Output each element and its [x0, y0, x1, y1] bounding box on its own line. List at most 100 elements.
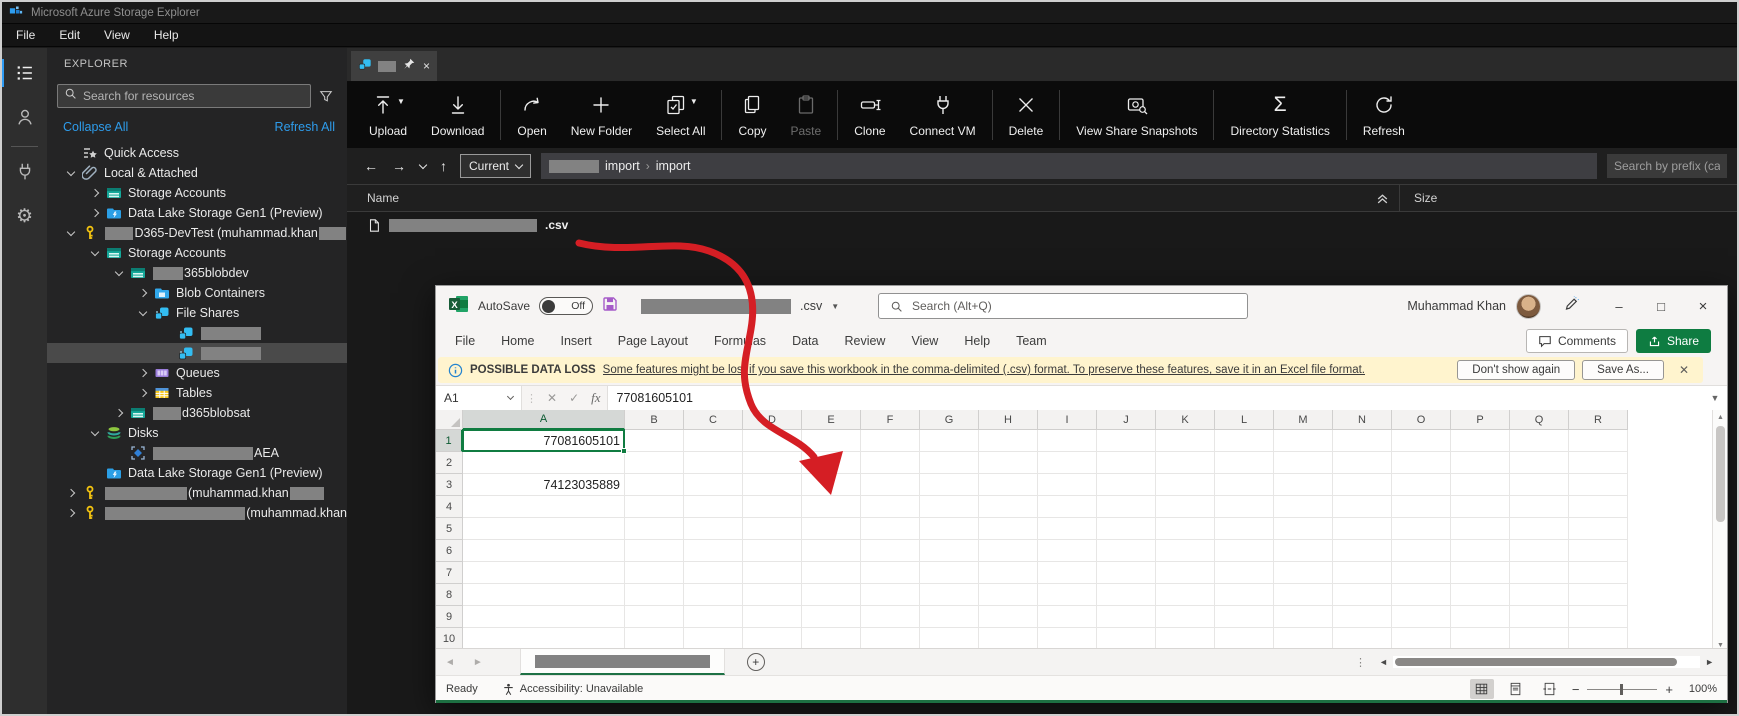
- user-avatar[interactable]: [1516, 293, 1541, 319]
- directory-statistics-button[interactable]: Σ Directory Statistics: [1218, 93, 1341, 138]
- chevron-down-icon[interactable]: [88, 247, 101, 256]
- cell-Q9[interactable]: [1510, 606, 1569, 628]
- cell-G4[interactable]: [920, 496, 979, 518]
- cell-G3[interactable]: [920, 474, 979, 496]
- select-all-corner[interactable]: [436, 410, 463, 430]
- cell-E5[interactable]: [802, 518, 861, 540]
- menu-item-edit[interactable]: Edit: [49, 26, 90, 44]
- cell-Q7[interactable]: [1510, 562, 1569, 584]
- cell-M10[interactable]: [1274, 628, 1333, 650]
- column-header-e[interactable]: E: [802, 410, 861, 430]
- cell-J1[interactable]: [1097, 430, 1156, 452]
- cell-F8[interactable]: [861, 584, 920, 606]
- row-header-7[interactable]: 7: [436, 562, 463, 584]
- chevron-down-icon[interactable]: [136, 307, 149, 316]
- cell-L1[interactable]: [1215, 430, 1274, 452]
- name-box[interactable]: A1: [436, 386, 522, 410]
- cell-G8[interactable]: [920, 584, 979, 606]
- cell-J5[interactable]: [1097, 518, 1156, 540]
- cell-G6[interactable]: [920, 540, 979, 562]
- cell-L5[interactable]: [1215, 518, 1274, 540]
- settings-icon[interactable]: ⚙: [2, 197, 47, 235]
- cell-B6[interactable]: [625, 540, 684, 562]
- column-header-n[interactable]: N: [1333, 410, 1392, 430]
- cell-J9[interactable]: [1097, 606, 1156, 628]
- cell-R9[interactable]: [1569, 606, 1628, 628]
- cell-H10[interactable]: [979, 628, 1038, 650]
- cell-F4[interactable]: [861, 496, 920, 518]
- view-page-break-button[interactable]: [1538, 679, 1562, 699]
- save-as-button[interactable]: Save As...: [1582, 360, 1664, 380]
- column-header-a[interactable]: A: [463, 410, 625, 430]
- menu-item-help[interactable]: Help: [144, 26, 189, 44]
- chevron-right-icon[interactable]: [136, 388, 149, 398]
- ribbon-tab-formulas[interactable]: Formulas: [701, 326, 779, 356]
- breadcrumb[interactable]: import › import: [541, 153, 1597, 179]
- cell-D6[interactable]: [743, 540, 802, 562]
- forward-button[interactable]: →: [385, 158, 413, 174]
- cell-A5[interactable]: [463, 518, 625, 540]
- cell-D3[interactable]: [743, 474, 802, 496]
- excel-search-input[interactable]: [912, 299, 1236, 313]
- row-header-10[interactable]: 10: [436, 628, 463, 650]
- tree-item[interactable]: [47, 343, 347, 363]
- connect-vm-button[interactable]: Connect VM: [898, 93, 988, 138]
- cell-N7[interactable]: [1333, 562, 1392, 584]
- cell-H9[interactable]: [979, 606, 1038, 628]
- cell-Q10[interactable]: [1510, 628, 1569, 650]
- chevron-down-icon[interactable]: [112, 267, 125, 276]
- ribbon-tab-insert[interactable]: Insert: [548, 326, 605, 356]
- breadcrumb-segment[interactable]: import: [656, 159, 691, 173]
- active-sheet-tab[interactable]: [519, 649, 725, 675]
- sheet-nav-right-icon[interactable]: ►: [464, 657, 492, 668]
- cell-K8[interactable]: [1156, 584, 1215, 606]
- cell-J6[interactable]: [1097, 540, 1156, 562]
- cell-P1[interactable]: [1451, 430, 1510, 452]
- view-page-layout-button[interactable]: [1504, 679, 1528, 699]
- cell-A7[interactable]: [463, 562, 625, 584]
- cell-D8[interactable]: [743, 584, 802, 606]
- cell-H3[interactable]: [979, 474, 1038, 496]
- view-share-snapshots-button[interactable]: View Share Snapshots: [1064, 93, 1209, 138]
- cell-C5[interactable]: [684, 518, 743, 540]
- file-row[interactable]: .csv: [347, 212, 1737, 238]
- cell-I2[interactable]: [1038, 452, 1097, 474]
- column-header-r[interactable]: R: [1569, 410, 1628, 430]
- cell-M9[interactable]: [1274, 606, 1333, 628]
- resource-search-box[interactable]: [57, 84, 311, 108]
- formula-bar-expand-icon[interactable]: ▼: [1703, 386, 1727, 410]
- cell-A4[interactable]: [463, 496, 625, 518]
- autosave-toggle[interactable]: Off: [539, 297, 594, 315]
- column-header-f[interactable]: F: [861, 410, 920, 430]
- cell-N8[interactable]: [1333, 584, 1392, 606]
- ribbon-tab-view[interactable]: View: [898, 326, 951, 356]
- open-button[interactable]: Open: [505, 93, 558, 138]
- cell-I7[interactable]: [1038, 562, 1097, 584]
- cell-I4[interactable]: [1038, 496, 1097, 518]
- cell-F1[interactable]: [861, 430, 920, 452]
- tree-item[interactable]: (muhammad.khan: [47, 483, 347, 503]
- zoom-slider-thumb[interactable]: [1620, 683, 1624, 695]
- chevron-right-icon[interactable]: [136, 368, 149, 378]
- row-header-3[interactable]: 3: [436, 474, 463, 496]
- cell-B4[interactable]: [625, 496, 684, 518]
- cell-I1[interactable]: [1038, 430, 1097, 452]
- tree-item[interactable]: Local & Attached: [47, 163, 347, 183]
- cell-E2[interactable]: [802, 452, 861, 474]
- cell-E9[interactable]: [802, 606, 861, 628]
- cell-D9[interactable]: [743, 606, 802, 628]
- resource-search-input[interactable]: [83, 89, 304, 103]
- cell-C1[interactable]: [684, 430, 743, 452]
- tree-item[interactable]: Blob Containers: [47, 283, 347, 303]
- close-button[interactable]: ×: [1693, 298, 1713, 315]
- chevron-down-icon[interactable]: [64, 167, 77, 176]
- cell-F2[interactable]: [861, 452, 920, 474]
- cell-L4[interactable]: [1215, 496, 1274, 518]
- vertical-scrollbar[interactable]: ▲ ▼: [1712, 410, 1727, 652]
- cell-M6[interactable]: [1274, 540, 1333, 562]
- cell-L7[interactable]: [1215, 562, 1274, 584]
- cell-A8[interactable]: [463, 584, 625, 606]
- cell-R3[interactable]: [1569, 474, 1628, 496]
- cell-J7[interactable]: [1097, 562, 1156, 584]
- tree-item[interactable]: File Shares: [47, 303, 347, 323]
